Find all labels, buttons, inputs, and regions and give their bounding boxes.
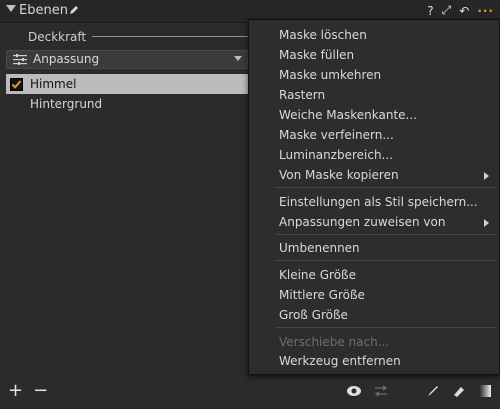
layer-name: Hintergrund <box>30 97 103 111</box>
header-actions: ? ⤢ ↶ ··· <box>427 3 494 18</box>
menu-item-invert-mask[interactable]: Maske umkehren <box>279 68 381 82</box>
menu-item-rename[interactable]: Umbenennen <box>279 241 360 255</box>
menu-item-apply-adjustments-from[interactable]: Anpassungen zuweisen von <box>279 215 445 229</box>
reset-icon[interactable]: ↶ <box>459 4 469 18</box>
footer-right-tools <box>346 384 500 398</box>
menu-item-save-style[interactable]: Einstellungen als Stil speichern... <box>279 195 478 209</box>
submenu-arrow-icon <box>484 172 489 180</box>
menu-item-rasterize[interactable]: Rastern <box>279 88 325 102</box>
layer-item[interactable]: Himmel <box>6 74 248 94</box>
eye-icon[interactable] <box>346 385 362 397</box>
menu-item-delete-mask[interactable]: Maske löschen <box>279 28 367 42</box>
context-menu: Maske löschen Maske füllen Maske umkehre… <box>248 19 500 375</box>
checkmark-icon <box>11 80 22 89</box>
menu-item-feather-mask[interactable]: Weiche Maskenkante... <box>279 108 417 122</box>
menu-item-large-size[interactable]: Groß Größe <box>279 308 348 322</box>
footer-left-actions: + − <box>8 382 48 400</box>
layer-checkbox[interactable] <box>10 78 23 91</box>
menu-item-luma-range[interactable]: Luminanzbereich... <box>279 148 393 162</box>
submenu-arrow-icon <box>484 219 489 227</box>
menu-item-copy-from-mask[interactable]: Von Maske kopieren <box>279 168 399 182</box>
menu-item-medium-size[interactable]: Mittlere Größe <box>279 288 365 302</box>
expand-icon[interactable]: ⤢ <box>442 3 452 18</box>
menu-separator <box>275 234 497 235</box>
chevron-down-icon <box>234 56 242 61</box>
opacity-slider[interactable] <box>92 36 252 37</box>
menu-separator <box>275 187 497 188</box>
adjustment-label: Anpassung <box>33 52 100 66</box>
menu-item-refine-mask[interactable]: Maske verfeinern... <box>279 128 394 142</box>
menu-separator <box>275 327 497 328</box>
layer-name: Himmel <box>30 77 77 91</box>
remove-layer-icon[interactable]: − <box>33 382 48 400</box>
more-icon[interactable]: ··· <box>477 4 494 18</box>
opacity-label: Deckkraft <box>28 30 87 44</box>
menu-item-small-size[interactable]: Kleine Größe <box>279 268 356 282</box>
eraser-icon[interactable] <box>452 384 466 398</box>
collapse-chevron-icon[interactable] <box>6 5 16 12</box>
menu-item-remove-tool[interactable]: Werkzeug entfernen <box>279 354 401 368</box>
gradient-icon[interactable] <box>478 384 492 398</box>
layer-item[interactable]: Hintergrund <box>6 94 248 114</box>
menu-item-move-to: Verschiebe nach... <box>279 335 390 349</box>
edit-pen-icon[interactable] <box>68 4 80 16</box>
help-icon[interactable]: ? <box>427 4 433 18</box>
add-layer-icon[interactable]: + <box>8 382 23 400</box>
brush-icon[interactable] <box>426 384 440 398</box>
swap-icon[interactable] <box>374 385 388 397</box>
layer-list: Himmel Hintergrund <box>6 74 248 114</box>
menu-separator <box>275 260 497 261</box>
menu-item-fill-mask[interactable]: Maske füllen <box>279 48 354 62</box>
adjustment-dropdown[interactable]: Anpassung <box>6 50 248 69</box>
sliders-icon <box>13 54 27 65</box>
panel-title: Ebenen <box>19 3 68 18</box>
